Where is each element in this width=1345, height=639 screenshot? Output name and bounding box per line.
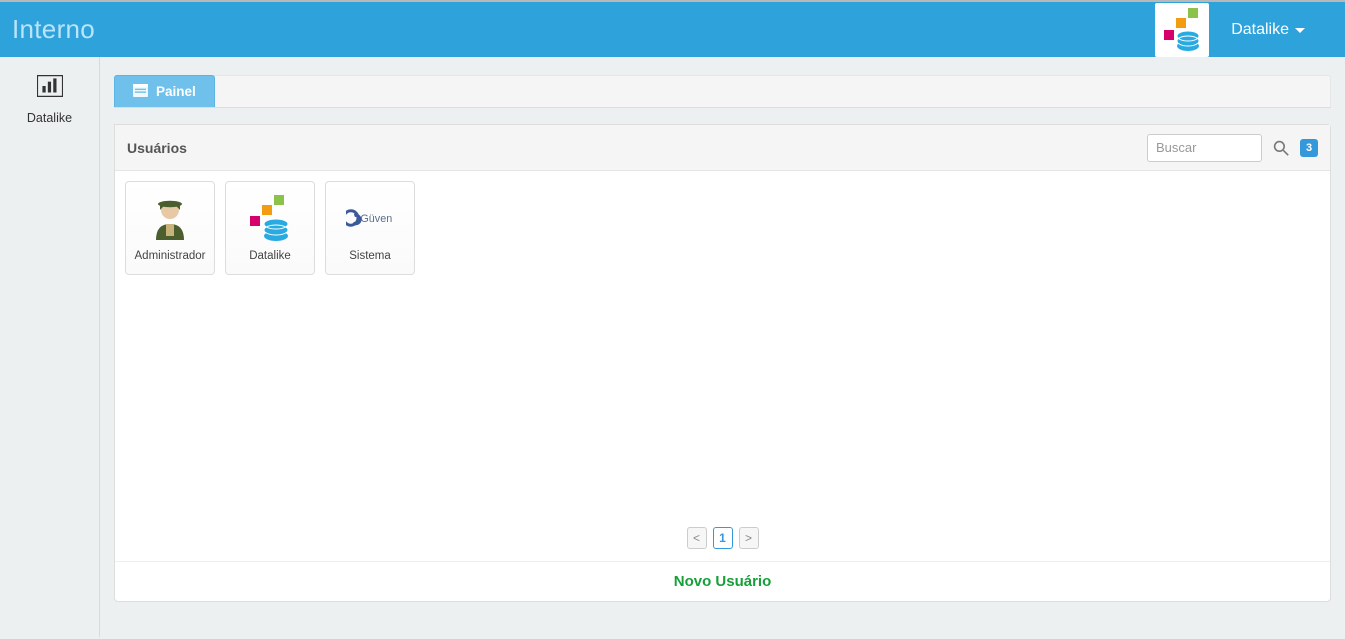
pager-page-1[interactable]: 1 <box>713 527 733 549</box>
search-icon <box>1273 140 1289 156</box>
users-panel: Usuários 3 <box>114 124 1331 602</box>
topbar-right: Datalike <box>1155 3 1335 57</box>
user-grid: Administrador <box>115 171 1330 517</box>
datalike-logo-icon <box>1158 6 1206 54</box>
main: Painel Usuários 3 <box>100 57 1345 637</box>
panel-header: Usuários 3 <box>115 125 1330 171</box>
search-button[interactable] <box>1270 137 1292 159</box>
panel-footer: Novo Usuário <box>115 561 1330 601</box>
datalike-icon <box>246 194 294 242</box>
user-card-label: Datalike <box>249 250 291 263</box>
guven-logo-icon: Güven <box>346 194 394 242</box>
pager-prev-button[interactable]: < <box>687 527 707 549</box>
result-count-badge: 3 <box>1300 139 1318 157</box>
brand-logo <box>1155 3 1209 57</box>
tab-label: Painel <box>156 84 196 99</box>
user-menu[interactable]: Datalike <box>1231 21 1335 39</box>
svg-text:Güven: Güven <box>360 213 392 225</box>
tab-painel[interactable]: Painel <box>114 75 215 107</box>
caret-down-icon <box>1295 28 1305 33</box>
pager-next-button[interactable]: > <box>739 527 759 549</box>
site-title: Interno <box>12 14 95 45</box>
panel-tools: 3 <box>1147 134 1318 162</box>
user-card-label: Administrador <box>135 250 206 263</box>
new-user-link[interactable]: Novo Usuário <box>674 573 772 590</box>
user-card-datalike[interactable]: Datalike <box>225 181 315 275</box>
shell: Datalike Painel Usuários 3 <box>0 57 1345 637</box>
bar-chart-icon <box>4 75 95 103</box>
sidebar-item-datalike[interactable]: Datalike <box>0 69 99 135</box>
panel-icon <box>133 84 148 100</box>
user-card-label: Sistema <box>349 250 391 263</box>
user-card-sistema[interactable]: Güven Sistema <box>325 181 415 275</box>
topbar: Interno Datalike <box>0 2 1345 57</box>
pager: < 1 > <box>115 517 1330 561</box>
sidebar: Datalike <box>0 57 100 637</box>
tabstrip: Painel <box>114 75 1331 108</box>
admin-avatar-icon <box>146 194 194 242</box>
search-input[interactable] <box>1147 134 1262 162</box>
sidebar-item-label: Datalike <box>27 111 72 125</box>
user-menu-label: Datalike <box>1231 21 1289 39</box>
panel-title: Usuários <box>127 140 187 156</box>
user-card-administrador[interactable]: Administrador <box>125 181 215 275</box>
